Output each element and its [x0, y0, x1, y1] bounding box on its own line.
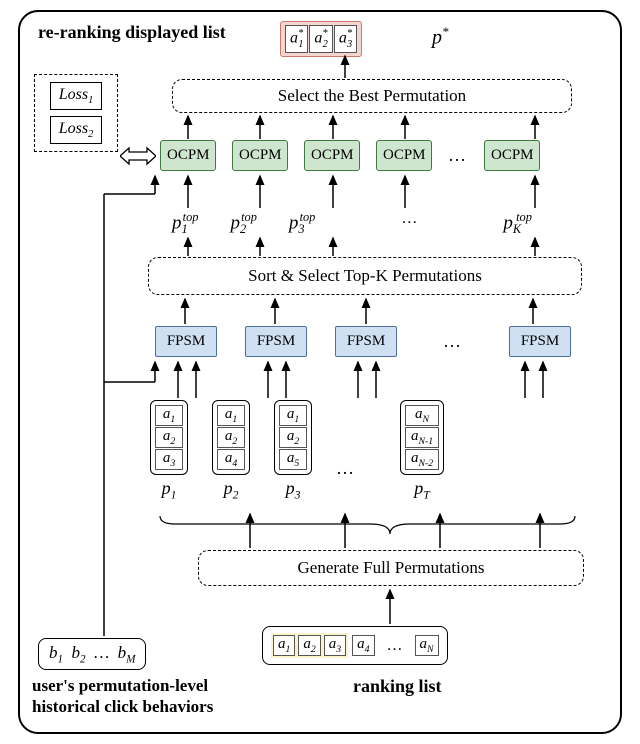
ocpm-block: OCPM	[304, 140, 360, 171]
p-top: p1top	[172, 210, 198, 237]
perm-stack: aN aN-1 aN-2	[400, 400, 444, 475]
fpsm-block: FPSM	[509, 326, 571, 357]
ranking-list-box: a1 a2 a3 a4 … aN	[262, 626, 448, 665]
perm-item: aN	[405, 405, 439, 426]
ellipsis: …	[425, 331, 481, 352]
select-best-box: Select the Best Permutation	[172, 79, 572, 113]
p-top-row: p1top p2top p3top … pKtop	[172, 210, 532, 237]
fpsm-block: FPSM	[155, 326, 217, 357]
rank-item: a4	[352, 635, 374, 656]
rank-item: a3	[324, 635, 346, 656]
output-list: a*1 a*2 a*3	[280, 21, 362, 57]
ocpm-block: OCPM	[160, 140, 216, 171]
history-box: b1 b2 … bM	[38, 638, 146, 670]
perm-col: aN aN-1 aN-2 pT	[400, 400, 444, 502]
rank-item: a1	[273, 635, 295, 656]
loss-1: Loss1	[50, 82, 103, 110]
output-p-star: p*	[432, 24, 449, 50]
ranking-list-label: ranking list	[353, 676, 442, 697]
perm-item: a1	[279, 405, 307, 426]
rank-item: aN	[415, 635, 439, 656]
generate-perms-box: Generate Full Permutations	[198, 550, 584, 586]
bidirectional-arrow-icon	[120, 145, 156, 167]
ellipsis: …	[401, 210, 417, 237]
p-top: pKtop	[503, 210, 532, 237]
perm-stack: a1 a2 a3	[150, 400, 188, 475]
perm-item: a4	[217, 449, 245, 470]
perm-id: p1	[162, 478, 177, 502]
ocpm-block: OCPM	[376, 140, 432, 171]
loss-group: Loss1 Loss2	[34, 74, 118, 152]
perm-col: a1 a2 a5 p3	[274, 400, 312, 502]
rerank-label: re-ranking displayed list	[38, 22, 226, 43]
perm-item: a1	[155, 405, 183, 426]
perm-stack: a1 a2 a4	[212, 400, 250, 475]
perm-item: a5	[279, 449, 307, 470]
fpsm-block: FPSM	[245, 326, 307, 357]
ranking-highlight: a1 a2 a3	[271, 633, 348, 658]
perm-item: a2	[155, 427, 183, 448]
perm-id: p3	[286, 478, 301, 502]
output-item: a*1	[285, 25, 308, 53]
perm-item: a3	[155, 449, 183, 470]
ocpm-block: OCPM	[232, 140, 288, 171]
sort-select-box: Sort & Select Top-K Permutations	[148, 257, 582, 295]
ocpm-row: OCPM OCPM OCPM OCPM … OCPM	[160, 140, 540, 171]
perm-item: aN-2	[405, 449, 439, 470]
p-top: p2top	[230, 210, 256, 237]
perm-item: aN-1	[405, 427, 439, 448]
perm-col: a1 a2 a4 p2	[212, 400, 250, 502]
perm-stack: a1 a2 a5	[274, 400, 312, 475]
output-item: a*2	[309, 25, 332, 53]
perm-item: a2	[279, 427, 307, 448]
fpsm-row: FPSM FPSM FPSM … FPSM	[155, 326, 571, 357]
perm-id: pT	[414, 478, 430, 502]
ocpm-block: OCPM	[484, 140, 540, 171]
ellipsis: …	[336, 423, 354, 479]
p-top: p3top	[289, 210, 315, 237]
loss-2: Loss2	[50, 116, 103, 144]
ellipsis: …	[448, 145, 468, 166]
ellipsis: …	[379, 637, 411, 655]
fpsm-block: FPSM	[335, 326, 397, 357]
perm-row: a1 a2 a3 p1 a1 a2 a4 p2 a1 a2 a5 p3 … aN…	[150, 400, 444, 502]
perm-col: a1 a2 a3 p1	[150, 400, 188, 502]
perm-item: a2	[217, 427, 245, 448]
history-label: user's permutation-levelhistorical click…	[32, 675, 213, 718]
rank-item: a2	[298, 635, 320, 656]
perm-item: a1	[217, 405, 245, 426]
output-item: a*3	[334, 25, 357, 53]
perm-id: p2	[224, 478, 239, 502]
